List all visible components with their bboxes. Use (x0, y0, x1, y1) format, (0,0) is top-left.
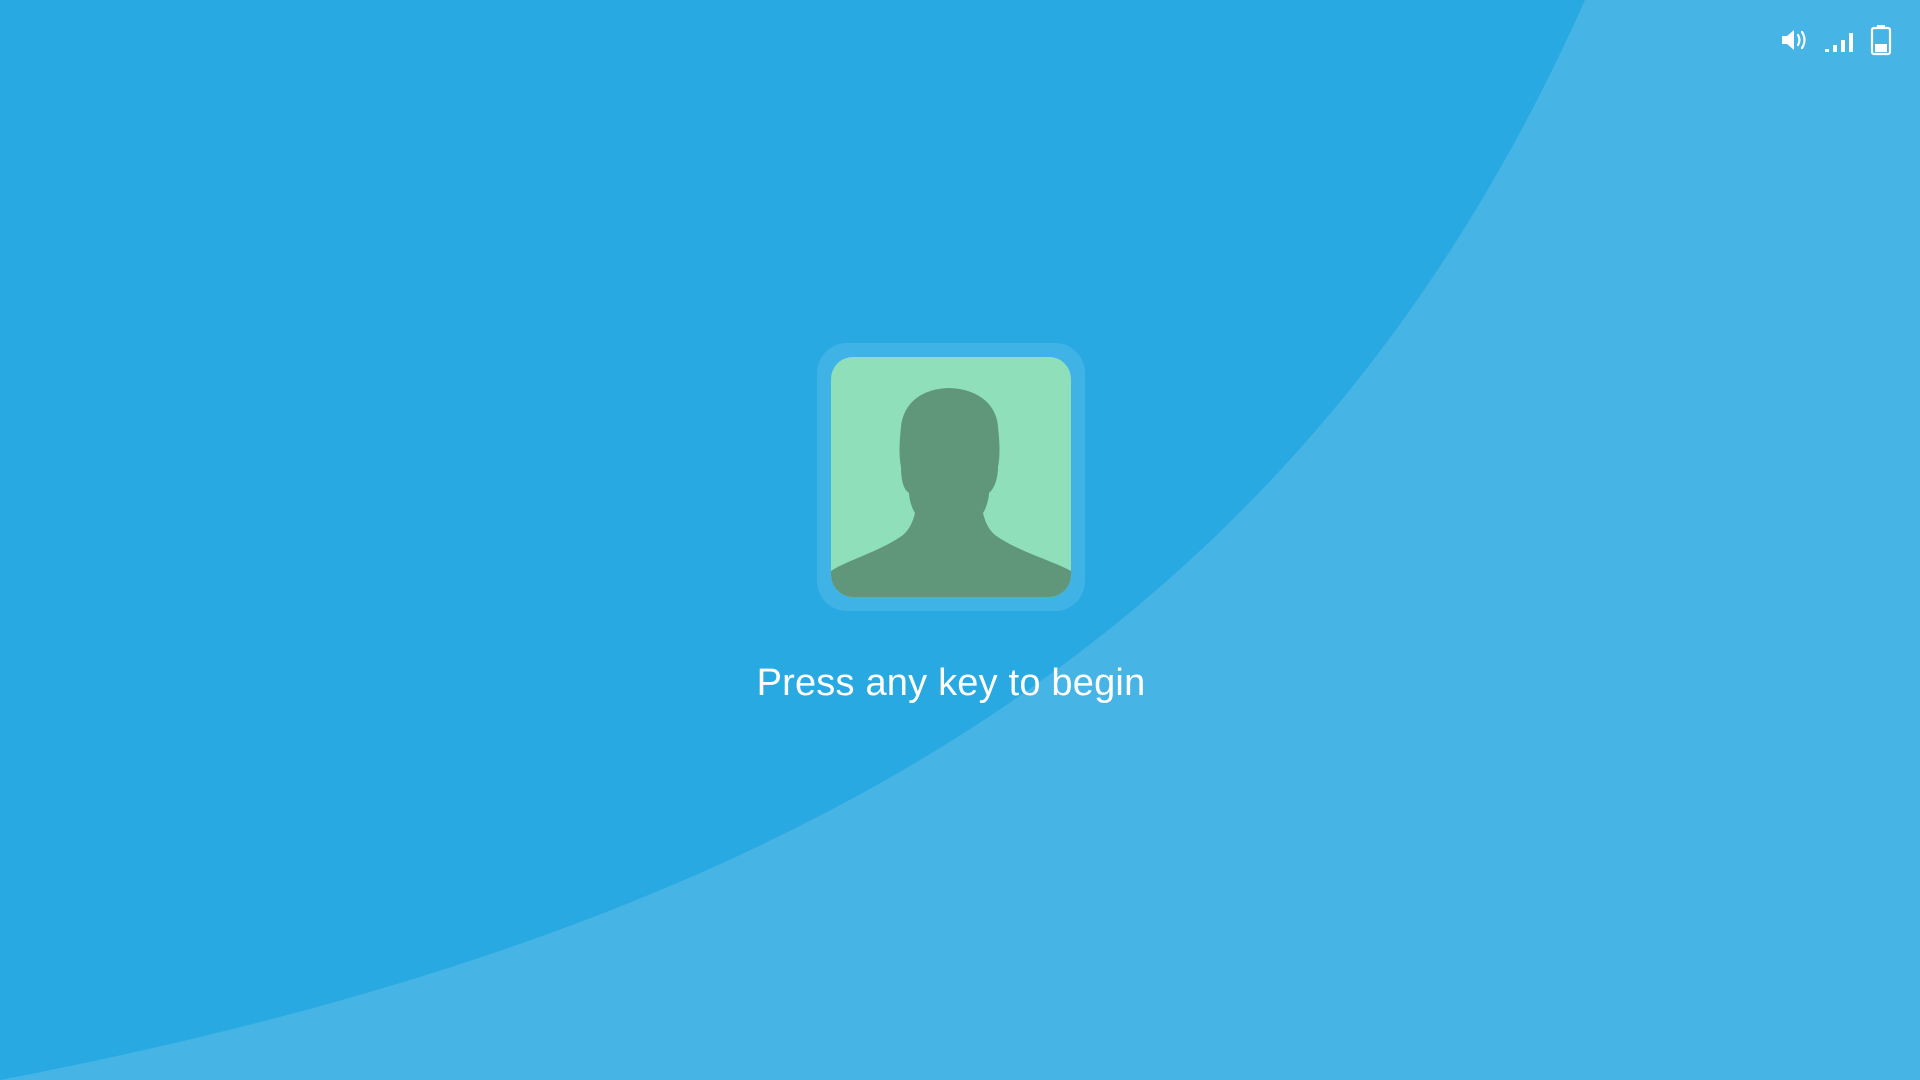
status-tray (1780, 24, 1892, 56)
user-avatar-button[interactable] (817, 343, 1085, 611)
volume-icon[interactable] (1780, 25, 1810, 55)
battery-icon[interactable] (1870, 24, 1892, 56)
battery-fill (1875, 44, 1887, 52)
prompt-text: Press any key to begin (756, 662, 1146, 704)
user-silhouette-icon (831, 388, 1071, 597)
signal-icon[interactable] (1824, 25, 1856, 55)
avatar (831, 357, 1071, 597)
